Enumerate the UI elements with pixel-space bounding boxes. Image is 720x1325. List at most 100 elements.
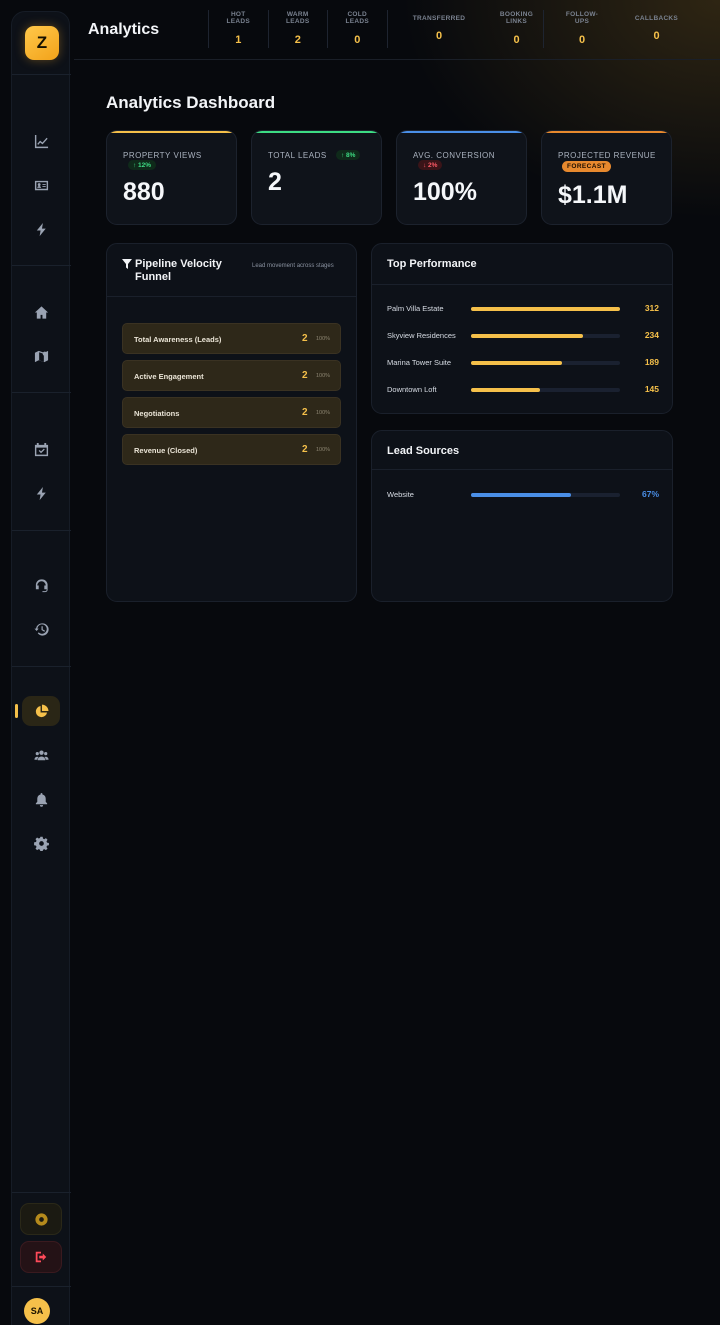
bell-icon — [35, 792, 47, 807]
chart-line-icon — [34, 134, 48, 148]
panel-title: Top Performance — [387, 258, 477, 270]
stage-percent: 100% — [316, 447, 331, 453]
sidebar-divider — [12, 74, 71, 75]
sidebar-divider — [12, 265, 71, 266]
progress-track — [471, 361, 620, 365]
trend-down-badge: ↓ 2% — [418, 160, 443, 170]
stat-card-projected-revenue[interactable]: PROJECTED REVENUE FORECAST $1.1M — [541, 130, 672, 225]
stage-name: Negotiations — [134, 409, 180, 418]
source-percent: 67% — [641, 489, 659, 499]
kpi-label: FOLLOW-UPS — [565, 11, 599, 25]
gear-icon — [33, 836, 49, 851]
stat-value: 880 — [123, 178, 165, 206]
kpi-label: COLD LEADS — [345, 11, 370, 25]
nav-notifications-icon[interactable] — [22, 784, 60, 814]
stage-count: 2 — [302, 407, 308, 418]
performance-row[interactable]: Marina Tower Suite 189 — [387, 357, 659, 369]
kpi-value: 0 — [354, 34, 361, 46]
nav-analytics-active-icon[interactable] — [15, 696, 60, 726]
performance-row[interactable]: Palm Villa Estate 312 — [387, 303, 659, 315]
stage-count: 2 — [302, 333, 308, 344]
kpi-follow-ups[interactable]: FOLLOW-UPS 0 — [542, 10, 621, 48]
property-value: 189 — [644, 357, 659, 367]
performance-row[interactable]: Downtown Loft 145 — [387, 384, 659, 396]
pipeline-funnel-panel: Pipeline Velocity Funnel Lead movement a… — [106, 243, 357, 602]
stage-name: Total Awareness (Leads) — [134, 335, 222, 344]
card-accent-line — [252, 131, 381, 133]
calendar-check-icon — [34, 442, 48, 456]
top-performance-panel: Top Performance Palm Villa Estate 312 Sk… — [371, 243, 673, 414]
card-accent-line — [397, 131, 526, 133]
funnel-stage[interactable]: Total Awareness (Leads) 2 100% — [122, 323, 341, 354]
stat-label: PROJECTED REVENUE — [558, 151, 656, 160]
stat-label: TOTAL LEADS — [268, 151, 327, 160]
stage-count: 2 — [302, 444, 308, 455]
stage-name: Active Engagement — [134, 372, 204, 381]
panel-divider — [107, 296, 356, 297]
sidebar: Z SA — [11, 11, 71, 1325]
nav-automation-icon-2[interactable] — [22, 478, 60, 508]
stage-percent: 100% — [316, 373, 331, 379]
property-name: Downtown Loft — [387, 385, 437, 394]
kpi-label: BOOKING LINKS — [499, 11, 534, 25]
kpi-value: 2 — [294, 34, 301, 46]
id-card-icon — [34, 180, 48, 190]
nav-home-icon[interactable] — [22, 297, 60, 327]
kpi-transferred[interactable]: TRANSFERRED 0 — [386, 10, 491, 48]
filter-icon — [122, 259, 132, 269]
logout-button[interactable] — [20, 1241, 62, 1273]
nav-settings-icon[interactable] — [22, 828, 60, 858]
kpi-label: HOT LEADS — [226, 11, 251, 25]
nav-analytics-icon[interactable] — [22, 126, 60, 156]
card-accent-line — [107, 131, 236, 133]
progress-fill — [471, 334, 583, 338]
nav-automation-icon[interactable] — [22, 214, 60, 244]
trend-up-badge: ↑ 8% — [336, 150, 361, 160]
stat-card-total-leads[interactable]: TOTAL LEADS ↑ 8% 2 — [251, 130, 382, 225]
dashboard-title: Analytics Dashboard — [106, 93, 276, 112]
nav-map-icon[interactable] — [22, 341, 60, 371]
kpi-booking-links[interactable]: BOOKING LINKS 0 — [491, 10, 543, 48]
nav-calendar-icon[interactable] — [22, 434, 60, 464]
header-kpi-strip: HOT LEADS 1 WARM LEADS 2 COLD LEADS 0 TR… — [208, 10, 693, 48]
sidebar-divider — [12, 1286, 71, 1287]
users-icon — [33, 750, 49, 760]
trend-up-badge: ↑ 12% — [128, 160, 157, 170]
funnel-stage[interactable]: Revenue (Closed) 2 100% — [122, 434, 341, 465]
kpi-value: 0 — [513, 34, 520, 46]
nav-team-icon[interactable] — [22, 740, 60, 770]
stage-name: Revenue (Closed) — [134, 446, 198, 455]
bolt-icon — [36, 222, 46, 236]
nav-support-icon[interactable] — [22, 570, 60, 600]
app-logo[interactable]: Z — [25, 26, 59, 60]
lead-source-row[interactable]: Website 67% — [387, 489, 659, 501]
kpi-cold-leads[interactable]: COLD LEADS 0 — [327, 10, 387, 48]
stat-card-property-views[interactable]: PROPERTY VIEWS ↑ 12% 880 — [106, 130, 237, 225]
sidebar-divider — [12, 392, 71, 393]
panel-divider — [372, 284, 672, 285]
bolt-icon — [36, 486, 46, 500]
panel-title: Lead Sources — [387, 445, 460, 457]
kpi-hot-leads[interactable]: HOT LEADS 1 — [208, 10, 268, 48]
status-toggle-button[interactable] — [20, 1203, 62, 1235]
kpi-warm-leads[interactable]: WARM LEADS 2 — [267, 10, 328, 48]
card-accent-line — [542, 131, 671, 133]
map-icon — [34, 350, 48, 362]
sidebar-divider — [12, 530, 71, 531]
nav-contacts-icon[interactable] — [22, 170, 60, 200]
kpi-callbacks[interactable]: CALLBACKS 0 — [621, 10, 693, 48]
progress-track — [471, 388, 620, 392]
kpi-value: 1 — [235, 34, 242, 46]
performance-row[interactable]: Skyview Residences 234 — [387, 330, 659, 342]
funnel-stage[interactable]: Negotiations 2 100% — [122, 397, 341, 428]
funnel-stage[interactable]: Active Engagement 2 100% — [122, 360, 341, 391]
sign-out-icon — [35, 1251, 47, 1263]
progress-fill — [471, 307, 620, 311]
nav-history-icon[interactable] — [22, 614, 60, 644]
kpi-label: WARM LEADS — [285, 11, 310, 25]
record-icon — [34, 1212, 48, 1226]
user-avatar[interactable]: SA — [24, 1298, 50, 1324]
stat-card-avg-conversion[interactable]: AVG. CONVERSION ↓ 2% 100% — [396, 130, 527, 225]
active-indicator — [15, 704, 18, 718]
pie-chart-icon — [35, 704, 48, 717]
